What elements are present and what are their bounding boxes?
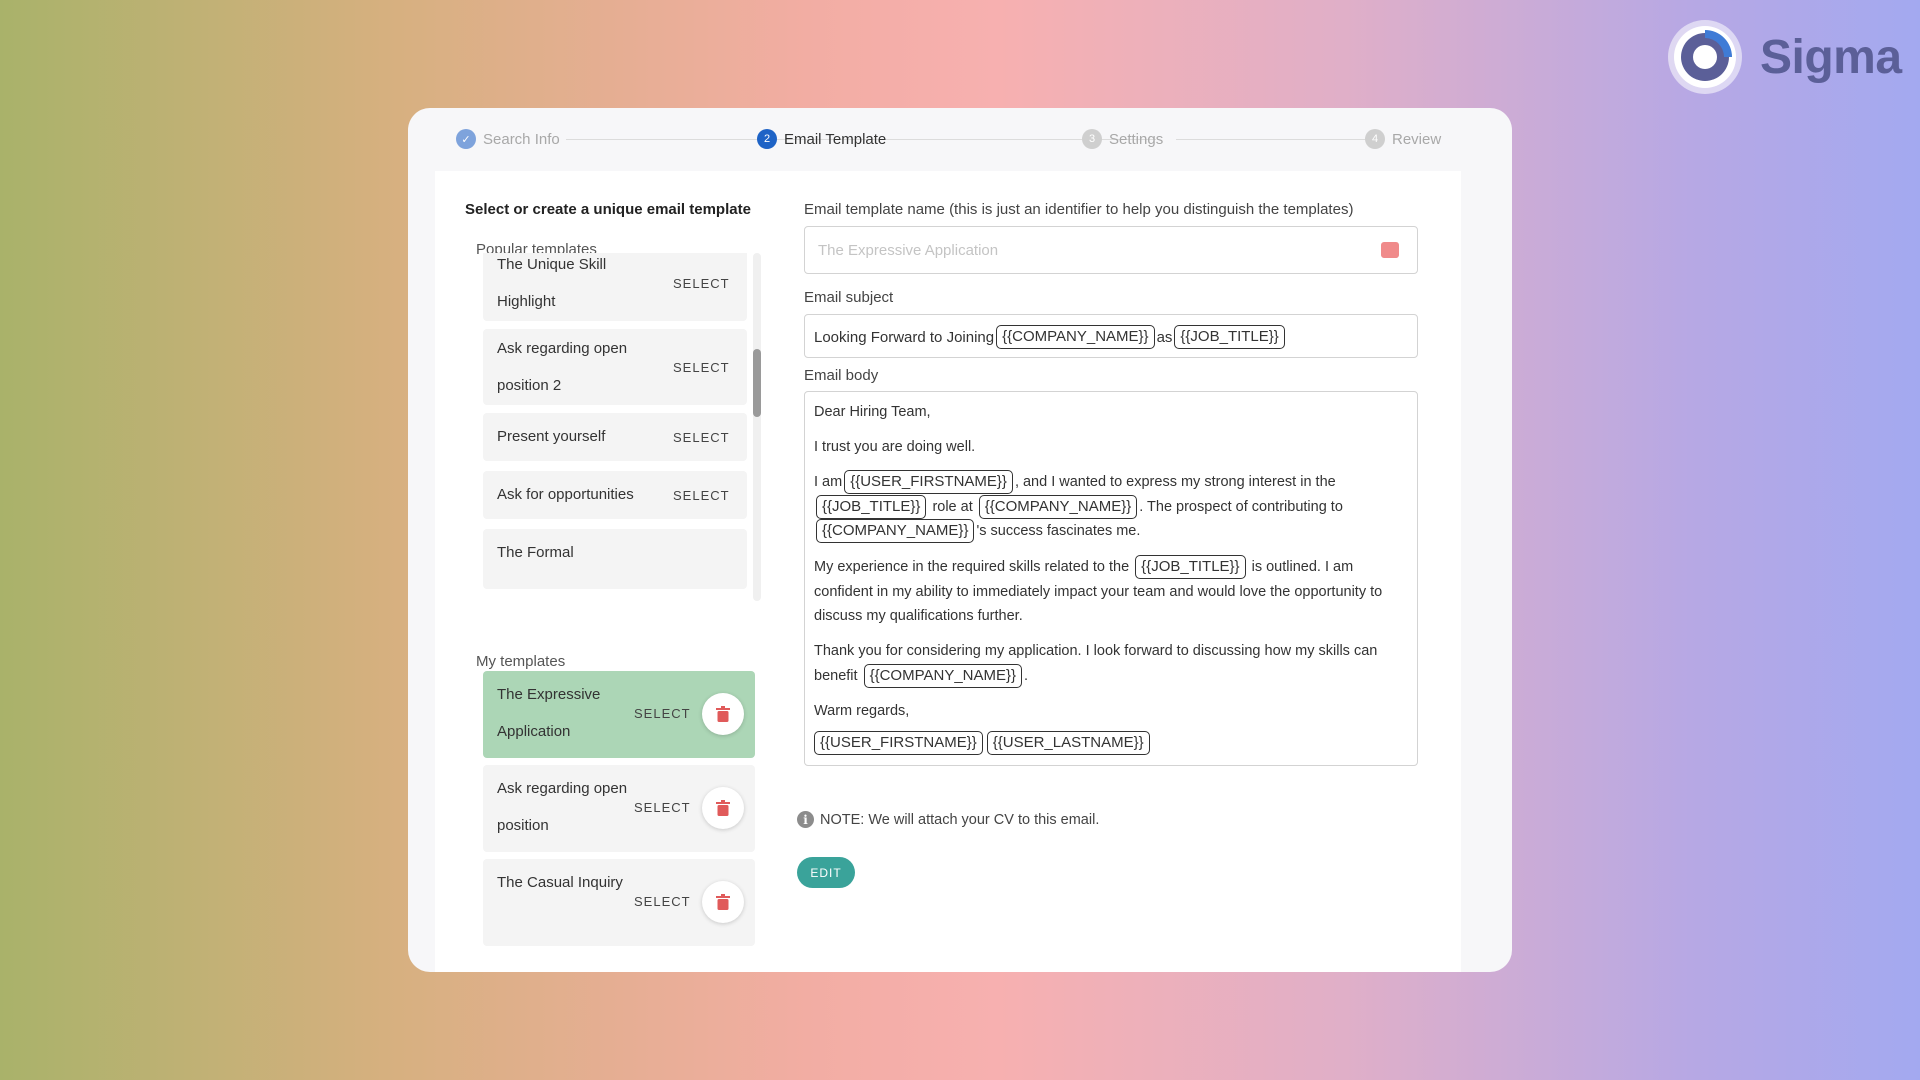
- step-review[interactable]: 4 Review: [1365, 129, 1441, 149]
- variable-chip[interactable]: {{USER_FIRSTNAME}}: [844, 470, 1013, 494]
- body-paragraph: I am {{USER_FIRSTNAME}}, and I wanted to …: [814, 470, 1410, 544]
- select-button[interactable]: SELECT: [673, 430, 730, 445]
- variable-chip[interactable]: {{COMPANY_NAME}}: [863, 663, 1023, 688]
- select-button[interactable]: SELECT: [634, 894, 691, 909]
- select-button[interactable]: SELECT: [673, 360, 730, 375]
- variable-chip[interactable]: {{JOB_TITLE}}: [816, 494, 927, 519]
- body-greeting: Dear Hiring Team,: [814, 404, 931, 420]
- template-name-input[interactable]: The Expressive Application: [804, 226, 1418, 274]
- step-settings[interactable]: 3 Settings: [1082, 129, 1163, 149]
- wizard-card: ✓ Search Info 2 Email Template 3 Setting…: [408, 108, 1512, 972]
- select-button[interactable]: SELECT: [634, 706, 691, 721]
- popular-template-item[interactable]: The Unique Skill Highlight SELECT: [483, 253, 747, 321]
- edit-button[interactable]: EDIT: [797, 857, 855, 888]
- template-name: The Unique Skill Highlight: [497, 256, 607, 310]
- template-name: Present yourself: [497, 428, 606, 445]
- my-templates-label: My templates: [476, 653, 566, 670]
- step-label: Search Info: [483, 130, 560, 148]
- my-template-item-selected[interactable]: The Expressive Application SELECT: [483, 671, 755, 758]
- template-name: The Formal: [497, 544, 574, 561]
- step-label: Settings: [1109, 130, 1164, 148]
- template-name: Ask regarding open position 2: [497, 340, 628, 394]
- popular-scrollbar[interactable]: [753, 253, 761, 601]
- step-divider: [1176, 139, 1366, 140]
- popular-template-item[interactable]: Ask for opportunities SELECT: [483, 471, 747, 519]
- template-name: Ask for opportunities: [497, 486, 634, 503]
- trash-icon: [716, 800, 730, 816]
- variable-chip[interactable]: {{COMPANY_NAME}}: [816, 519, 975, 543]
- template-name: The Expressive Application: [497, 686, 601, 740]
- variable-chip[interactable]: {{JOB_TITLE}}: [1135, 555, 1246, 579]
- email-body-editor[interactable]: Dear Hiring Team, I trust you are doing …: [804, 391, 1418, 766]
- variable-chip[interactable]: {{COMPANY_NAME}}: [996, 325, 1155, 349]
- trash-icon: [716, 706, 730, 722]
- delete-button[interactable]: [702, 693, 744, 735]
- step-number: 4: [1365, 129, 1385, 149]
- body-signature: {{USER_FIRSTNAME}} {{USER_LASTNAME}}: [814, 731, 1410, 756]
- step-number: 2: [757, 129, 777, 149]
- sigma-logo-icon: [1666, 18, 1744, 96]
- info-icon: i: [797, 811, 814, 828]
- template-panel: Select or create a unique email template…: [435, 171, 1461, 972]
- popular-template-item[interactable]: Ask regarding open position 2 SELECT: [483, 329, 747, 405]
- check-icon: ✓: [456, 129, 476, 149]
- popular-templates-list[interactable]: The Unique Skill Highlight SELECT Ask re…: [483, 253, 747, 601]
- my-template-item[interactable]: The Casual Inquiry SELECT: [483, 859, 755, 946]
- my-template-item[interactable]: Ask regarding open position SELECT: [483, 765, 755, 852]
- step-number: 3: [1082, 129, 1102, 149]
- template-name: Ask regarding open position: [497, 780, 628, 834]
- delete-button[interactable]: [702, 787, 744, 829]
- variable-chip[interactable]: {{JOB_TITLE}}: [1174, 325, 1285, 349]
- template-name-label: Email template name (this is just an ide…: [804, 201, 1354, 218]
- variable-chip[interactable]: {{USER_FIRSTNAME}}: [814, 731, 983, 755]
- select-button[interactable]: SELECT: [673, 488, 730, 503]
- delete-button[interactable]: [702, 881, 744, 923]
- template-name: The Casual Inquiry: [497, 874, 623, 891]
- email-body-label: Email body: [804, 367, 879, 384]
- body-closing: Warm regards,: [814, 703, 910, 719]
- brand: Sigma: [1666, 18, 1902, 96]
- scrollbar-thumb[interactable]: [753, 349, 761, 417]
- subject-text: Looking Forward to Joining: [814, 328, 995, 346]
- cv-note: i NOTE: We will attach your CV to this e…: [797, 811, 1099, 828]
- popular-template-item[interactable]: Present yourself SELECT: [483, 413, 747, 461]
- keyboard-icon[interactable]: [1381, 242, 1399, 258]
- body-paragraph: Thank you for considering my application…: [814, 639, 1410, 688]
- variable-chip[interactable]: {{USER_LASTNAME}}: [986, 731, 1150, 755]
- email-subject-label: Email subject: [804, 289, 894, 306]
- popular-template-item[interactable]: The Formal: [483, 529, 747, 589]
- subject-text: as: [1156, 328, 1173, 346]
- variable-chip[interactable]: {{COMPANY_NAME}}: [978, 494, 1138, 519]
- brand-name: Sigma: [1760, 30, 1902, 84]
- left-title: Select or create a unique email template: [465, 201, 751, 218]
- note-text: NOTE: We will attach your CV to this ema…: [820, 811, 1100, 828]
- body-paragraph: My experience in the required skills rel…: [814, 555, 1410, 629]
- step-label: Review: [1392, 130, 1442, 148]
- step-email-template[interactable]: 2 Email Template: [757, 129, 886, 149]
- select-button[interactable]: SELECT: [673, 276, 730, 291]
- select-button[interactable]: SELECT: [634, 800, 691, 815]
- body-line: I trust you are doing well.: [814, 439, 976, 455]
- step-label: Email Template: [784, 130, 887, 148]
- trash-icon: [716, 894, 730, 910]
- step-search-info[interactable]: ✓ Search Info: [456, 129, 560, 149]
- email-subject-input[interactable]: Looking Forward to Joining {{COMPANY_NAM…: [804, 314, 1418, 358]
- template-name-placeholder: The Expressive Application: [818, 242, 999, 259]
- stepper: ✓ Search Info 2 Email Template 3 Setting…: [408, 108, 1512, 168]
